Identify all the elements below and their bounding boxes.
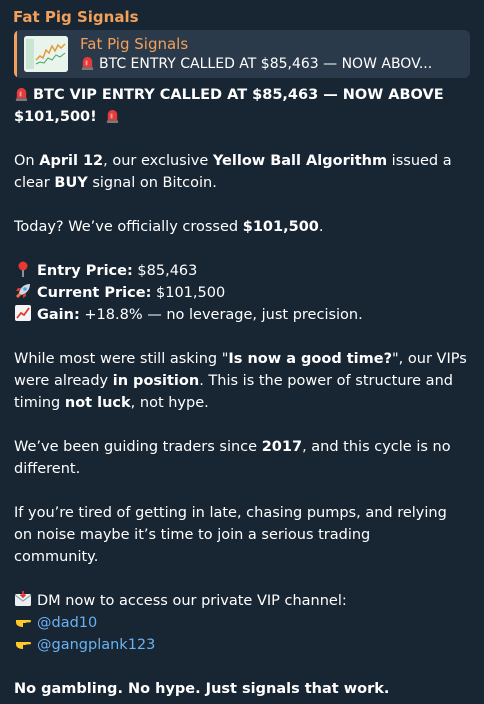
gain-label: Gain: bbox=[37, 307, 80, 323]
headline-line-2: $101,500! bbox=[14, 109, 97, 125]
chart-up-icon bbox=[15, 305, 31, 321]
rocket-icon bbox=[16, 284, 30, 298]
paragraph-2: Today? We’ve officially crossed $101,500… bbox=[14, 219, 324, 235]
current-label: Current Price: bbox=[37, 285, 152, 301]
entry-value: $85,463 bbox=[132, 263, 198, 279]
pin-icon bbox=[18, 261, 28, 277]
closing-line: No gambling. No hype. Just signals that … bbox=[14, 681, 390, 697]
paragraph-1: On April 12, our exclusive Yellow Ball A… bbox=[14, 153, 452, 191]
pointing-hand-icon bbox=[16, 620, 31, 627]
reply-thumbnail bbox=[24, 36, 68, 72]
current-value: $101,500 bbox=[151, 285, 226, 301]
reply-text: BTC ENTRY CALLED AT $85,463 — NOW ABOV..… bbox=[80, 54, 462, 74]
pointing-hand-icon bbox=[16, 642, 31, 649]
paragraph-3: While most were still asking "Is now a g… bbox=[14, 351, 467, 411]
siren-icon bbox=[81, 56, 94, 70]
message-text: BTC VIP ENTRY CALLED AT $85,463 — NOW AB… bbox=[14, 84, 470, 700]
siren-icon bbox=[107, 109, 119, 123]
handle-link-gangplank123[interactable]: @gangplank123 bbox=[37, 637, 155, 653]
reply-bar bbox=[14, 30, 17, 78]
gain-value: +18.8% — no leverage, just precision. bbox=[79, 307, 363, 323]
message-bubble: Fat Pig Signals Fat Pig Signals BTC ENTR… bbox=[0, 0, 484, 704]
price-lines: Entry Price: $85,463 Current Price: $101… bbox=[14, 260, 470, 326]
dm-text: DM now to access our private VIP channel… bbox=[37, 593, 347, 609]
envelope-icon bbox=[14, 591, 32, 606]
sender-name[interactable]: Fat Pig Signals bbox=[13, 6, 470, 28]
paragraph-4: We’ve been guiding traders since 2017, a… bbox=[14, 439, 451, 477]
reply-preview[interactable]: Fat Pig Signals BTC ENTRY CALLED AT $85,… bbox=[14, 30, 470, 78]
reply-sender: Fat Pig Signals bbox=[80, 35, 189, 53]
dm-section: DM now to access our private VIP channel… bbox=[14, 590, 470, 656]
paragraph-5: If you’re tired of getting in late, chas… bbox=[14, 505, 447, 565]
headline: BTC VIP ENTRY CALLED AT $85,463 — NOW AB… bbox=[14, 84, 470, 128]
handle-link-dad10[interactable]: @dad10 bbox=[37, 615, 97, 631]
headline-line-1: BTC VIP ENTRY CALLED AT $85,463 — NOW AB… bbox=[33, 87, 444, 103]
siren-icon bbox=[15, 87, 28, 101]
reply-text-content: BTC ENTRY CALLED AT $85,463 — NOW ABOV..… bbox=[99, 56, 433, 72]
entry-label: Entry Price: bbox=[37, 263, 133, 279]
